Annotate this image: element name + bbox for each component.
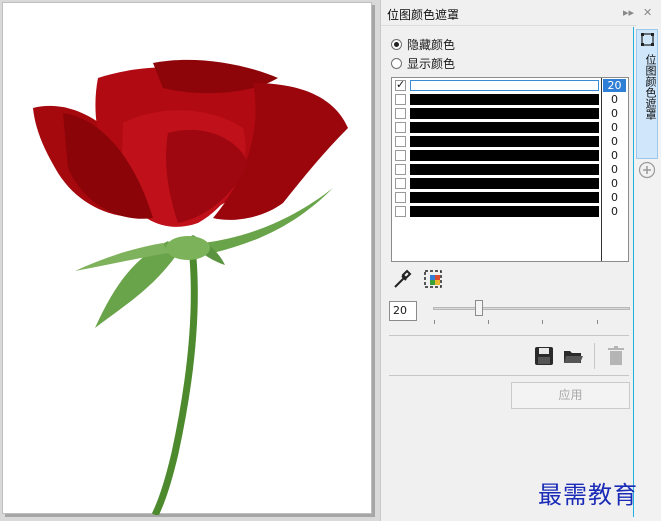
close-icon[interactable]: ✕ — [643, 6, 652, 19]
tolerance-slider-track[interactable] — [433, 307, 630, 310]
slider-tick — [488, 320, 489, 324]
apply-button[interactable]: 应用 — [511, 382, 630, 409]
tolerance-value[interactable]: 0 — [603, 93, 626, 106]
expand-icon[interactable]: ▸▸ — [623, 6, 634, 19]
show-color-label: 显示颜色 — [407, 57, 456, 71]
docker-title: 位图颜色遮罩 — [387, 8, 460, 22]
open-folder-icon[interactable] — [562, 345, 584, 367]
tolerance-value[interactable]: 20 — [603, 79, 626, 92]
show-color-radio[interactable] — [391, 58, 402, 69]
color-row-checkbox[interactable] — [395, 78, 406, 91]
color-row-checkbox[interactable] — [395, 178, 406, 189]
color-select-icon[interactable] — [422, 268, 444, 290]
show-color-option[interactable]: 显示颜色 — [391, 55, 455, 72]
color-swatch[interactable] — [410, 122, 599, 133]
hide-color-option[interactable]: 隐藏颜色 — [391, 36, 455, 53]
tolerance-value[interactable]: 0 — [603, 191, 626, 204]
eyedropper-icon[interactable] — [391, 268, 413, 290]
color-row[interactable]: 0 — [392, 163, 628, 176]
tolerance-value[interactable]: 0 — [603, 135, 626, 148]
slider-tick — [597, 320, 598, 324]
slider-tick — [434, 320, 435, 324]
color-row[interactable]: 0 — [392, 135, 628, 148]
docker-tab-strip: 位图颜色遮罩 — [634, 27, 661, 521]
color-row[interactable]: 0 — [392, 121, 628, 134]
color-row-checkbox[interactable] — [395, 108, 406, 119]
hide-color-label: 隐藏颜色 — [407, 38, 456, 52]
color-row-checkbox[interactable] — [395, 164, 406, 175]
tolerance-value[interactable]: 0 — [603, 163, 626, 176]
tolerance-value[interactable]: 0 — [603, 149, 626, 162]
color-swatch[interactable] — [410, 136, 599, 147]
divider — [389, 335, 629, 336]
watermark: 最需教育 — [538, 481, 638, 509]
tolerance-slider-thumb[interactable] — [475, 300, 483, 316]
color-swatch[interactable] — [410, 150, 599, 161]
tab-bitmap-color-mask[interactable]: 位图颜色遮罩 — [636, 29, 658, 159]
docker-body: 隐藏颜色 显示颜色 20 0 0 — [381, 27, 634, 517]
color-row-checkbox[interactable] — [395, 122, 406, 133]
bitmap-color-mask-docker: 位图颜色遮罩 ▸▸ ✕ 隐藏颜色 显示颜色 20 0 — [380, 0, 661, 521]
color-row-checkbox[interactable] — [395, 136, 406, 147]
color-swatch[interactable] — [410, 178, 599, 189]
color-swatch[interactable] — [410, 164, 599, 175]
divider — [389, 375, 629, 376]
color-row[interactable]: 0 — [392, 93, 628, 106]
slider-tick — [542, 320, 543, 324]
add-docker-icon[interactable] — [638, 161, 656, 179]
color-row-checkbox[interactable] — [395, 150, 406, 161]
color-swatch[interactable] — [410, 206, 599, 217]
color-row[interactable]: 0 — [392, 191, 628, 204]
color-row-checkbox[interactable] — [395, 206, 406, 217]
hide-color-radio[interactable] — [391, 39, 402, 50]
color-row[interactable]: 0 — [392, 149, 628, 162]
color-row-checkbox[interactable] — [395, 192, 406, 203]
color-row[interactable]: 0 — [392, 205, 628, 218]
canvas-area[interactable] — [0, 0, 380, 521]
color-swatch[interactable] — [410, 80, 599, 91]
color-row[interactable]: 0 — [392, 177, 628, 190]
trash-icon[interactable] — [605, 345, 627, 367]
color-row[interactable]: 20 — [392, 78, 628, 92]
tolerance-value[interactable]: 0 — [603, 121, 626, 134]
docker-header: 位图颜色遮罩 ▸▸ ✕ — [381, 0, 652, 26]
color-swatch[interactable] — [410, 192, 599, 203]
tolerance-value[interactable]: 0 — [603, 107, 626, 120]
tolerance-value[interactable]: 0 — [603, 177, 626, 190]
save-icon[interactable] — [533, 345, 555, 367]
color-row[interactable]: 0 — [392, 107, 628, 120]
color-swatch[interactable] — [410, 108, 599, 119]
rose-image — [33, 59, 348, 515]
side-tab-label: 位图颜色遮罩 — [644, 54, 657, 120]
tolerance-value[interactable]: 0 — [603, 205, 626, 218]
tolerance-input[interactable]: 20 — [389, 301, 417, 321]
color-row-checkbox[interactable] — [395, 94, 406, 105]
toolbar-separator — [594, 343, 595, 369]
color-swatch[interactable] — [410, 94, 599, 105]
color-mask-list[interactable]: 20 0 0 0 0 — [391, 77, 629, 262]
mask-tab-icon — [641, 33, 654, 46]
drawing-page[interactable] — [2, 2, 372, 515]
